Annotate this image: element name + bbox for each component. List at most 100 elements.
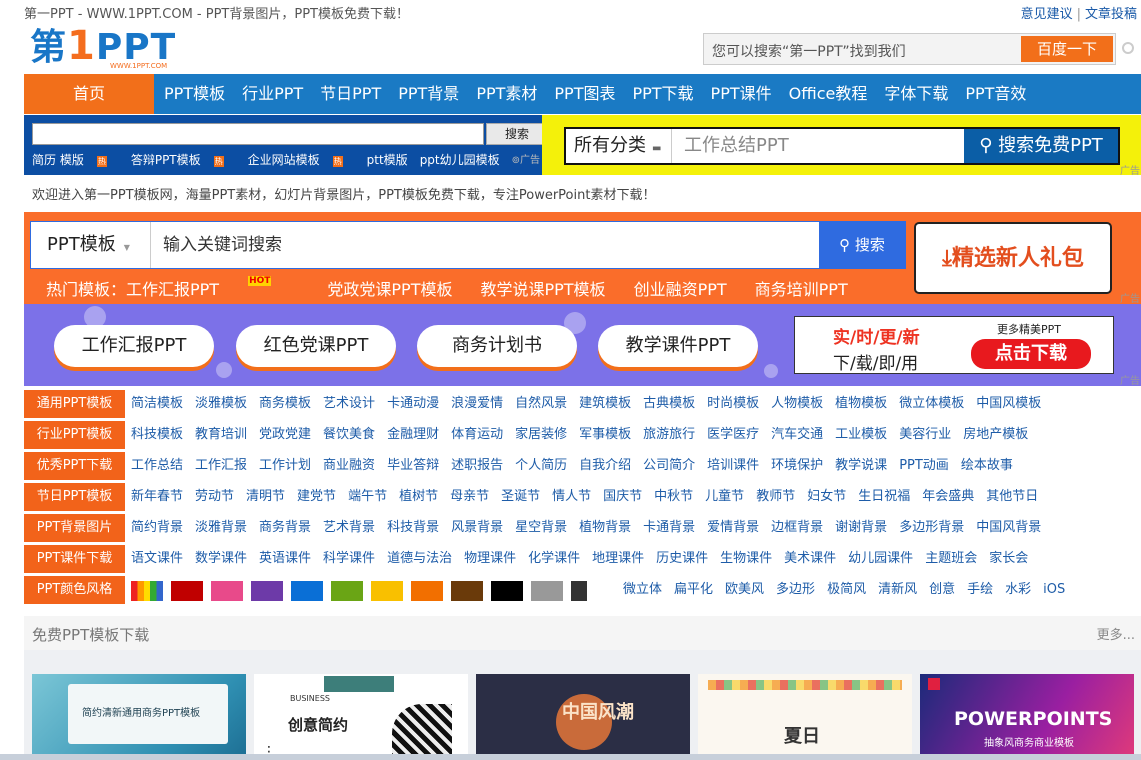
color-swatch[interactable] [531,581,563,601]
nav-item[interactable]: PPT素材 [476,74,537,114]
category-link[interactable]: 星空背景 [515,513,567,543]
ad-hot-link[interactable]: 答辩PPT模板热 [131,151,236,168]
category-link[interactable]: 体育运动 [451,420,503,450]
category-link[interactable]: 房地产模板 [963,420,1028,450]
category-link[interactable]: 教育培训 [195,420,247,450]
category-link[interactable]: 历史课件 [656,544,708,574]
hot-template-link[interactable]: 创业融资PPT [634,276,727,300]
category-link[interactable]: 培训课件 [707,451,759,481]
category-link[interactable]: 卡通动漫 [387,389,439,419]
category-link[interactable]: 幼儿园课件 [848,544,913,574]
category-link[interactable]: 其他节日 [986,482,1038,512]
category-link[interactable]: 科学课件 [323,544,375,574]
category-link[interactable]: 生物课件 [720,544,772,574]
category-link[interactable]: 教师节 [756,482,795,512]
nav-item[interactable]: PPT下载 [632,74,693,114]
category-link[interactable]: 清明节 [246,482,285,512]
category-link[interactable]: 边框背景 [771,513,823,543]
nav-item[interactable]: Office教程 [789,74,868,114]
template-card[interactable]: POWERPOINTS 抽象风商务商业模板 [920,674,1134,760]
category-link[interactable]: 汽车交通 [771,420,823,450]
style-link[interactable]: 扁平化 [674,575,713,605]
nav-item[interactable]: 节日PPT [320,74,381,114]
category-link[interactable]: 建党节 [297,482,336,512]
search-free-ppt-button[interactable]: ⚲ 搜索免费PPT [964,129,1118,163]
category-link[interactable]: 家长会 [989,544,1028,574]
promo-pill[interactable]: 教学课件PPT [598,325,758,367]
color-swatch[interactable] [371,581,403,601]
category-link[interactable]: 英语课件 [259,544,311,574]
template-card[interactable]: 中国风潮 [476,674,690,760]
category-link[interactable]: 工作总结 [131,451,183,481]
category-link[interactable]: PPT动画 [899,451,949,481]
color-swatch[interactable] [211,581,243,601]
ad-search-input[interactable] [32,123,484,145]
category-link[interactable]: 时尚模板 [707,389,759,419]
category-link[interactable]: 简洁模板 [131,389,183,419]
category-link[interactable]: 浪漫爱情 [451,389,503,419]
category-label[interactable]: 优秀PPT下载 [24,452,125,480]
color-swatch-blackwhite[interactable] [571,581,603,601]
category-link[interactable]: 自然风景 [515,389,567,419]
category-label[interactable]: PPT课件下载 [24,545,125,573]
style-link[interactable]: 多边形 [776,575,815,605]
category-link[interactable]: 建筑模板 [579,389,631,419]
site-logo[interactable]: 第1PPT WWW.1PPT.COM [30,26,200,70]
category-link[interactable]: 旅游旅行 [643,420,695,450]
category-link[interactable]: 卡通背景 [643,513,695,543]
category-label[interactable]: PPT颜色风格 [24,576,125,604]
category-link[interactable]: 劳动节 [195,482,234,512]
category-link[interactable]: 物理课件 [464,544,516,574]
promo-pill[interactable]: 商务计划书 [417,325,577,367]
category-link[interactable]: 党政党建 [259,420,311,450]
category-link[interactable]: 爱情背景 [707,513,759,543]
category-link[interactable]: 商务背景 [259,513,311,543]
category-link[interactable]: 中秋节 [654,482,693,512]
category-link[interactable]: 艺术背景 [323,513,375,543]
color-swatch-rainbow[interactable] [131,581,163,601]
style-link[interactable]: 微立体 [623,575,662,605]
category-link[interactable]: 环境保护 [771,451,823,481]
category-link[interactable]: 道德与法治 [387,544,452,574]
category-link[interactable]: 主题班会 [925,544,977,574]
submit-article-link[interactable]: 文章投稿 [1085,7,1137,22]
nav-item[interactable]: PPT模板 [164,74,225,114]
ad-hot-link[interactable]: 简历 模版热 [32,151,119,168]
click-download-button[interactable]: 点击下载 [971,339,1091,369]
category-link[interactable]: 个人简历 [515,451,567,481]
category-link[interactable]: 植物模板 [835,389,887,419]
category-link[interactable]: 自我介绍 [579,451,631,481]
category-link[interactable]: 美术课件 [784,544,836,574]
category-link[interactable]: 新年春节 [131,482,183,512]
category-link[interactable]: 儿童节 [705,482,744,512]
category-link[interactable]: 母亲节 [450,482,489,512]
color-swatch[interactable] [291,581,323,601]
category-link[interactable]: 科技背景 [387,513,439,543]
category-link[interactable]: 述职报告 [451,451,503,481]
category-link[interactable]: 美容行业 [899,420,951,450]
template-card[interactable]: 简约清新通用商务PPT模板 [32,674,246,760]
category-link[interactable]: 工业模板 [835,420,887,450]
category-link[interactable]: 人物模板 [771,389,823,419]
nav-item[interactable]: 字体下载 [884,74,948,114]
category-link[interactable]: 金融理财 [387,420,439,450]
ad-search-button[interactable]: 搜索 [486,123,548,145]
newcomer-gift-button[interactable]: ⤓精选新人礼包 [914,222,1112,294]
baidu-search-button[interactable]: 百度一下 [1021,36,1113,62]
more-link[interactable]: 更多... [1097,624,1135,643]
style-link[interactable]: 水彩 [1005,575,1031,605]
color-swatch[interactable] [451,581,483,601]
promo-pill[interactable]: 工作汇报PPT [54,325,214,367]
ad-right-search-input[interactable]: 工作总结PPT [684,129,789,163]
category-link[interactable]: 植物背景 [579,513,631,543]
category-link[interactable]: 多边形背景 [899,513,964,543]
style-link[interactable]: iOS [1043,575,1065,605]
category-link[interactable]: 地理课件 [592,544,644,574]
nav-item[interactable]: PPT背景 [398,74,459,114]
color-swatch[interactable] [251,581,283,601]
template-card[interactable]: BUSINESS 创意简约 ⋮ [254,674,468,760]
nav-item[interactable]: PPT图表 [554,74,615,114]
category-link[interactable]: 年会盛典 [922,482,974,512]
category-link[interactable]: 餐饮美食 [323,420,375,450]
category-link[interactable]: 军事模板 [579,420,631,450]
